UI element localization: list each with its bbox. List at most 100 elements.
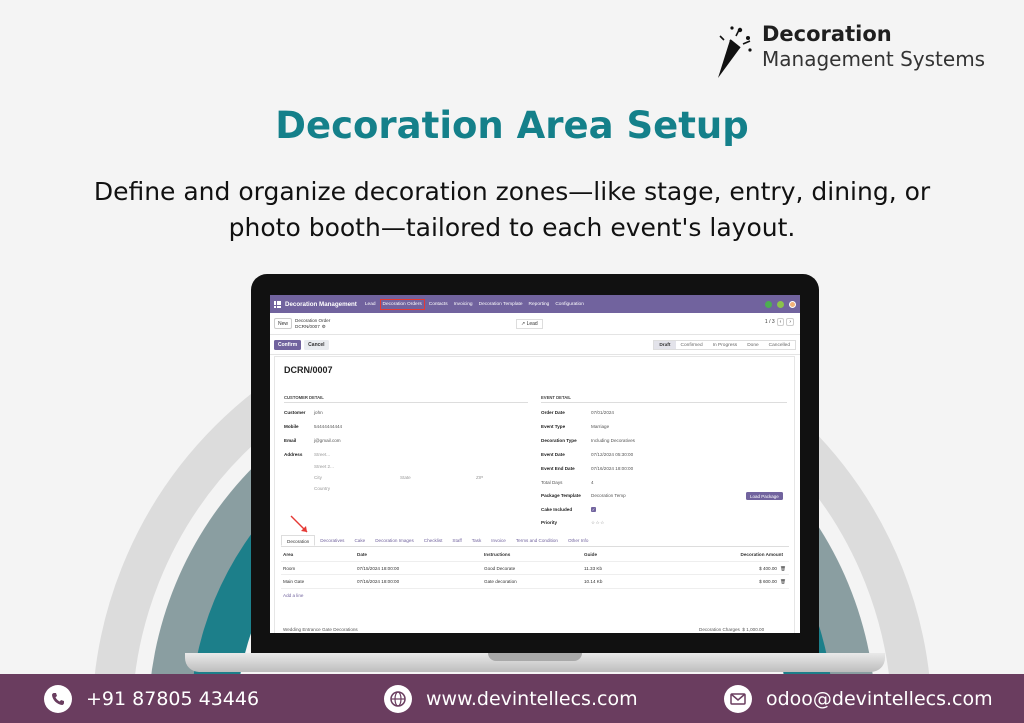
total-days-row: Total Days 4 xyxy=(541,480,594,485)
app-screen: Decoration Management Lead Decoration Or… xyxy=(270,295,800,633)
lead-smart-button-label: Lead xyxy=(526,321,538,327)
new-button[interactable]: New xyxy=(274,318,293,329)
event-end-date-field[interactable]: 07/16/2024 18:00:00 xyxy=(591,466,633,471)
pager-previous-button[interactable]: ‹ xyxy=(776,318,785,326)
confirm-button[interactable]: Confirm xyxy=(274,339,302,350)
street2-input[interactable]: Street 2... xyxy=(314,464,334,469)
cell-amount: $ 600.00 xyxy=(759,579,777,584)
stage-draft[interactable]: Draft xyxy=(654,341,676,349)
nav-right-icons xyxy=(765,300,796,308)
cell-date: 07/16/2024 18:00:00 xyxy=(357,579,400,584)
cake-included-checkbox[interactable]: ✓ xyxy=(591,507,596,512)
tab-decoration-images[interactable]: Decoration Images xyxy=(370,535,419,546)
tab-cake[interactable]: Cake xyxy=(349,535,370,546)
package-template-field[interactable]: Decoration Temp xyxy=(591,493,626,498)
cake-included-row: Cake Included ✓ xyxy=(541,507,596,512)
decoration-type-row: Decoration Type Including Decoratives xyxy=(541,438,635,443)
form-sheet: DCRN/0007 CUSTOMER DETAIL EVENT DETAIL C… xyxy=(274,356,795,633)
tab-checklist[interactable]: Checklist xyxy=(419,535,448,546)
party-popper-icon xyxy=(718,26,752,78)
order-date-label: Order Date xyxy=(541,410,565,415)
contact-footer: +91 87805 43446 www.devintellecs.com odo… xyxy=(0,674,1024,723)
tab-decoration[interactable]: Decoration xyxy=(281,535,316,546)
col-amount[interactable]: Decoration Amount xyxy=(741,552,783,557)
cell-guide[interactable]: 10.14 Kb xyxy=(584,579,602,584)
annotation-arrow-icon xyxy=(290,515,308,533)
nav-item-contacts[interactable]: Contacts xyxy=(427,300,450,309)
top-navbar: Decoration Management Lead Decoration Or… xyxy=(270,295,800,313)
stage-in-progress[interactable]: In Progress xyxy=(708,341,743,349)
cell-guide[interactable]: 11.33 Kb xyxy=(584,566,602,571)
package-template-row: Package Template Decoration Temp xyxy=(541,493,626,498)
gear-icon[interactable]: ⚙ xyxy=(322,324,326,329)
trash-icon[interactable]: 🗑 xyxy=(780,579,786,585)
nav-app-name[interactable]: Decoration Management xyxy=(285,301,357,308)
decoration-note[interactable]: Wedding Entrance Gate Decorations xyxy=(283,627,358,632)
tab-task[interactable]: Task xyxy=(467,535,486,546)
activity-clock-icon[interactable] xyxy=(777,300,784,308)
brand-subtitle: Management Systems xyxy=(762,47,986,72)
nav-item-decoration-template[interactable]: Decoration Template xyxy=(477,300,525,309)
decoration-type-label: Decoration Type xyxy=(541,438,577,443)
col-area[interactable]: Area xyxy=(283,552,293,557)
trash-icon[interactable]: 🗑 xyxy=(780,566,786,572)
table-row[interactable]: Main Gate 07/16/2024 18:00:00 Gate decor… xyxy=(281,575,789,589)
tab-staff[interactable]: Staff xyxy=(447,535,466,546)
total-days-value: 4 xyxy=(591,480,594,485)
load-package-button[interactable]: Load Package xyxy=(746,492,783,500)
tab-invoice[interactable]: Invoice xyxy=(486,535,511,546)
nav-item-configuration[interactable]: Configuration xyxy=(553,300,586,309)
mobile-field[interactable]: 54444444444 xyxy=(314,424,342,429)
stage-done[interactable]: Done xyxy=(742,341,763,349)
stage-statusbar: Draft Confirmed In Progress Done Cancell… xyxy=(653,340,796,350)
chat-icon[interactable] xyxy=(765,300,772,308)
city-input[interactable]: City xyxy=(314,475,322,480)
table-row[interactable]: Room 07/15/2024 18:00:00 Good Decorate 1… xyxy=(281,562,789,575)
zip-input[interactable]: ZIP xyxy=(476,475,483,480)
stage-cancelled[interactable]: Cancelled xyxy=(764,341,795,349)
event-end-date-label: Event End Date xyxy=(541,466,575,471)
nav-item-lead[interactable]: Lead xyxy=(363,300,378,309)
stage-confirmed[interactable]: Confirmed xyxy=(676,341,708,349)
lead-smart-button[interactable]: ↗ Lead xyxy=(516,319,543,329)
event-date-label: Event Date xyxy=(541,452,565,457)
phone-number[interactable]: +91 87805 43446 xyxy=(86,688,259,710)
mobile-field-row: Mobile 54444444444 xyxy=(284,424,342,429)
user-avatar[interactable] xyxy=(789,300,796,308)
email-field[interactable]: j@gmail.com xyxy=(314,438,341,443)
pager-next-button[interactable]: › xyxy=(786,318,794,326)
tab-terms-and-condition[interactable]: Terms and Condition xyxy=(511,535,563,546)
record-name: DCRN/0007 xyxy=(284,365,333,375)
nav-item-reporting[interactable]: Reporting xyxy=(527,300,552,309)
state-input[interactable]: State xyxy=(400,475,411,480)
event-date-field[interactable]: 07/12/2024 05:30:00 xyxy=(591,452,633,457)
country-input[interactable]: Country xyxy=(314,486,330,491)
street-input[interactable]: Street... xyxy=(314,452,330,457)
package-template-label: Package Template xyxy=(541,493,581,498)
order-date-field[interactable]: 07/01/2024 xyxy=(591,410,614,415)
customer-field[interactable]: john xyxy=(314,410,323,415)
cell-area: Room xyxy=(283,565,296,571)
status-bar: Confirm Cancel Draft Confirmed In Progre… xyxy=(270,335,800,355)
customer-field-row: Customer john xyxy=(284,410,323,415)
pager: 1 / 3 ‹ › xyxy=(765,318,794,326)
nav-item-invoicing[interactable]: Invoicing xyxy=(452,300,475,309)
website-link[interactable]: www.devintellecs.com xyxy=(426,688,638,710)
external-link-icon: ↗ xyxy=(521,321,526,327)
email-field-row: Email j@gmail.com xyxy=(284,438,341,443)
nav-item-decoration-orders[interactable]: Decoration Orders xyxy=(379,298,425,310)
event-type-field[interactable]: Marriage xyxy=(591,424,609,429)
cancel-button[interactable]: Cancel xyxy=(304,339,329,350)
tab-other-info[interactable]: Other Info xyxy=(563,535,593,546)
col-date[interactable]: Date xyxy=(357,552,367,557)
mail-icon xyxy=(724,684,752,713)
tab-decoratives[interactable]: Decoratives xyxy=(315,535,349,546)
email-link[interactable]: odoo@devintellecs.com xyxy=(766,688,993,710)
priority-stars[interactable]: ☆☆☆ xyxy=(591,520,605,525)
notebook-tabs: Decoration Decoratives Cake Decoration I… xyxy=(281,535,789,547)
apps-grid-icon[interactable] xyxy=(274,300,281,308)
add-line-link[interactable]: Add a line xyxy=(283,593,303,598)
col-guide[interactable]: Guide xyxy=(584,552,597,557)
col-instructions[interactable]: Instructions xyxy=(484,552,510,557)
decoration-type-field[interactable]: Including Decoratives xyxy=(591,438,635,443)
